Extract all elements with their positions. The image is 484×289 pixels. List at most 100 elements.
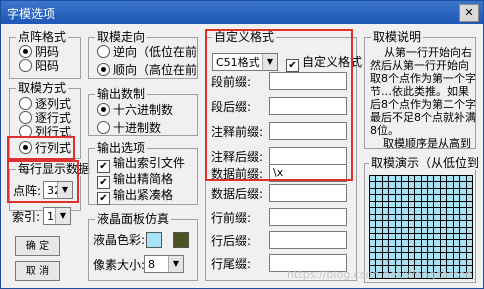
check-index-file[interactable]: ✔ 输出索引文件 <box>97 156 185 173</box>
radio-forward[interactable]: 顺向（高位在前 <box>97 63 197 77</box>
line-suffix-input[interactable] <box>269 231 347 249</box>
lcd-pixel <box>460 195 466 201</box>
lcd-pixel <box>466 221 472 227</box>
explain-line: 节…依此类推。如果 <box>370 85 469 98</box>
lcd-pixel <box>408 240 415 246</box>
lcd-pixel <box>447 195 453 201</box>
lcd-pixel <box>421 240 427 246</box>
numbering-title: 输出数制 <box>95 87 148 101</box>
radio-row[interactable]: 逐行式 <box>19 111 71 125</box>
lcd-pixel <box>395 227 402 233</box>
radio-column[interactable]: 逐列式 <box>19 97 71 111</box>
lcd-pixel <box>440 182 447 188</box>
lcd-pixel <box>466 214 472 221</box>
lcd-demo-grid <box>369 175 473 279</box>
explain-line: 从第一行开始向右 <box>384 46 472 59</box>
lcd-pixel <box>453 259 460 266</box>
lcd-pixel <box>370 227 376 233</box>
lcd-pixel <box>460 201 466 208</box>
lcd-pixel <box>395 182 402 188</box>
radio-hex[interactable]: 十六进制数 <box>97 103 173 117</box>
lcd-pixel <box>382 253 389 259</box>
lcd-pixel <box>370 246 376 253</box>
cancel-button[interactable]: 取 消 <box>15 261 60 281</box>
lcd-pixel <box>382 259 389 266</box>
lcd-pixel <box>370 195 376 201</box>
ok-button[interactable]: 确 定 <box>15 236 60 256</box>
radio-negative[interactable]: 阴码 <box>19 45 59 59</box>
lcd-pixel <box>415 221 421 227</box>
lcd-pixel <box>421 246 427 253</box>
lcd-pixel <box>408 259 415 266</box>
pixel-size-select[interactable]: 8 ▼ <box>144 255 184 273</box>
lcd-pixel <box>460 182 466 188</box>
lcd-pixel <box>382 195 389 201</box>
lcd-pixel <box>440 201 447 208</box>
lcd-pixel <box>421 221 427 227</box>
radio-decimal[interactable]: 十进制数 <box>97 121 161 135</box>
lcd-pixel <box>427 227 434 233</box>
lcd-pixel <box>453 221 460 227</box>
lcd-pixel <box>427 259 434 266</box>
lcd-pixel <box>434 201 440 208</box>
lcd-pixel <box>389 188 395 195</box>
highlight-row-column <box>7 136 75 160</box>
check-tight[interactable]: ✔ 输出紧凑格 <box>97 188 173 205</box>
lcd-pixel <box>408 253 415 259</box>
lcd-pixel <box>415 195 421 201</box>
lcd-pixel <box>421 208 427 214</box>
explain-line: 最后不足8个点就补满 <box>370 111 476 124</box>
lcd-pixel <box>408 233 415 240</box>
lcd-pixel <box>389 195 395 201</box>
lcd-pixel <box>440 253 447 259</box>
explain-line: 8位。 <box>370 124 399 137</box>
radio-icon <box>19 45 32 58</box>
lcd-pixel <box>389 259 395 266</box>
lcd-pixel <box>434 240 440 246</box>
lcd-pixel <box>408 188 415 195</box>
lcd-pixel <box>415 227 421 233</box>
highlight-per-row <box>7 160 79 203</box>
lcd-pixel <box>447 214 453 221</box>
radio-icon <box>19 59 32 72</box>
lcd-pixel <box>370 259 376 266</box>
lcd-pixel <box>427 201 434 208</box>
lcd-pixel <box>370 176 376 182</box>
index-select[interactable]: 16 ▼ <box>43 207 71 225</box>
lcd-pixel <box>415 208 421 214</box>
lcd-pixel <box>382 182 389 188</box>
lcd-pixel <box>382 188 389 195</box>
lcd-pixel <box>370 233 376 240</box>
radio-icon <box>97 103 110 116</box>
lcd-pixel <box>421 176 427 182</box>
field-label: 行尾缀: <box>211 257 252 271</box>
lcd-pixel <box>382 233 389 240</box>
close-button[interactable]: ✕ <box>459 4 479 22</box>
demo-title: 取模演示（从低位到 <box>369 156 482 170</box>
lcd-color-swatch-light[interactable] <box>146 232 162 248</box>
lcd-pixel <box>427 253 434 259</box>
lcd-pixel <box>408 227 415 233</box>
lcd-pixel <box>421 227 427 233</box>
line-prefix-input[interactable] <box>269 208 347 226</box>
lcd-pixel <box>460 227 466 233</box>
lcd-pixel <box>415 188 421 195</box>
lcd-pixel <box>389 233 395 240</box>
lcd-pixel <box>395 195 402 201</box>
lcd-pixel <box>453 195 460 201</box>
check-compact[interactable]: ✔ 输出精简格 <box>97 172 173 189</box>
radio-reverse[interactable]: 逆向（低位在前 <box>97 45 197 59</box>
lcd-pixel <box>395 176 402 182</box>
lcd-pixel <box>382 208 389 214</box>
lcd-pixel <box>447 240 453 246</box>
data-suffix-input[interactable] <box>269 184 347 202</box>
lcd-pixel <box>389 221 395 227</box>
lcd-pixel <box>389 176 395 182</box>
lcd-pixel <box>408 246 415 253</box>
lcd-color-swatch-dark[interactable] <box>173 232 189 248</box>
radio-positive[interactable]: 阳码 <box>19 59 59 73</box>
lcd-pixel <box>421 195 427 201</box>
dot-format-title: 点阵格式 <box>16 30 69 44</box>
lcd-pixel <box>415 214 421 221</box>
index-label: 索引: <box>12 210 41 224</box>
